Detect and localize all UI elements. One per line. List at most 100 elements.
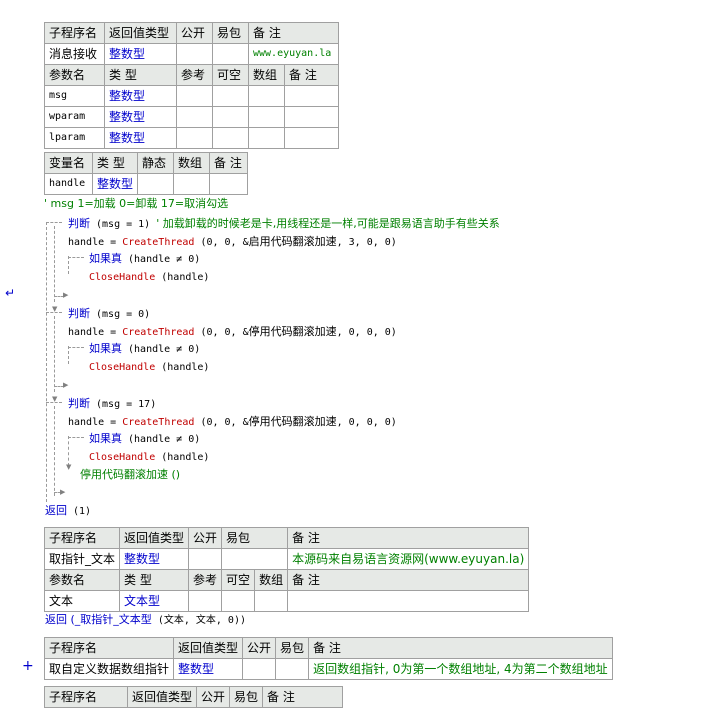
header-return-type: 返回值类型 <box>119 527 190 549</box>
subroutine-name[interactable]: 取指针_文本 <box>43 548 121 570</box>
inline-comment: ' 加载卸载的时候老是卡,用线程还是一样,可能是跟易语言助手有些关系 <box>156 217 500 230</box>
call-args: (handle) <box>155 272 210 283</box>
code-line-close-1[interactable]: CloseHandle (handle) <box>89 269 209 286</box>
param-ref[interactable] <box>176 106 213 128</box>
param-type[interactable]: 整数型 <box>104 127 177 149</box>
public-cell[interactable] <box>176 43 213 65</box>
header-var-name: 变量名 <box>44 152 93 174</box>
param-name[interactable]: 文本 <box>43 590 121 612</box>
param-array[interactable] <box>254 590 289 612</box>
code-line-close-3[interactable]: CloseHandle (handle) <box>89 449 209 466</box>
param-name[interactable]: wparam <box>44 106 105 128</box>
var-type[interactable]: 整数型 <box>91 173 139 195</box>
param-remark[interactable] <box>287 590 530 612</box>
table-row: handle 整数型 <box>44 173 249 195</box>
flow-line <box>68 437 84 438</box>
param-remark[interactable] <box>284 127 339 149</box>
code-line-if-3[interactable]: 如果真 (handle ≠ 0) <box>89 431 200 448</box>
header-public: 公开 <box>196 686 231 708</box>
code-line-if-2[interactable]: 如果真 (handle ≠ 0) <box>89 341 200 358</box>
var-array[interactable] <box>173 173 211 195</box>
param-array[interactable] <box>248 85 285 107</box>
expand-icon[interactable]: + <box>22 658 34 674</box>
bookmark-marker-icon[interactable]: ↵ <box>5 286 15 300</box>
header-param-remark: 备 注 <box>287 569 530 591</box>
flow-line <box>68 347 84 348</box>
param-array[interactable] <box>248 106 285 128</box>
flow-arrow-icon: ▼ <box>52 305 58 313</box>
code-line-close-2[interactable]: CloseHandle (handle) <box>89 359 209 376</box>
flow-arrow-icon: ▼ <box>66 463 72 471</box>
remark-cell[interactable]: 返回数组指针, 0为第一个数组地址, 4为第二个数组地址 <box>308 658 613 680</box>
header-sub-name: 子程序名 <box>44 22 105 44</box>
code-line-create-thread-1[interactable]: handle = CreateThread (0, 0, &启用代码翻滚加速, … <box>68 234 397 251</box>
return-type-value[interactable]: 整数型 <box>119 548 190 570</box>
header-return-type: 返回值类型 <box>126 686 198 708</box>
keyword-judge: 判断 <box>68 217 90 230</box>
header-param-name: 参数名 <box>44 64 105 86</box>
public-cell[interactable] <box>242 658 277 680</box>
subroutine-name[interactable]: 消息接收 <box>44 43 105 65</box>
epackage-cell[interactable] <box>221 548 289 570</box>
code-line-if-1[interactable]: 如果真 (handle ≠ 0) <box>89 251 200 268</box>
flow-line <box>54 226 55 302</box>
header-epackage: 易包 <box>221 527 289 549</box>
code-line-judge-2[interactable]: 判断 (msg = 0) <box>68 306 150 323</box>
header-remark: 备 注 <box>248 22 339 44</box>
keyword-if: 如果真 <box>89 342 122 355</box>
code-comment-msg[interactable]: ' msg 1=加载 0=卸载 17=取消勾选 <box>44 196 228 212</box>
code-line-create-thread-2[interactable]: handle = CreateThread (0, 0, &停用代码翻滚加速, … <box>68 324 397 341</box>
epackage-cell[interactable] <box>275 658 310 680</box>
judge-condition: (msg = 0) <box>90 309 151 320</box>
code-line-create-thread-3[interactable]: handle = CreateThread (0, 0, &停用代码翻滚加速, … <box>68 414 397 431</box>
param-ref[interactable] <box>176 127 213 149</box>
return-type-value[interactable]: 整数型 <box>173 658 244 680</box>
judge-condition: (msg = 17) <box>90 399 157 410</box>
header-sub-name: 子程序名 <box>43 637 175 659</box>
subroutine-table-next: 子程序名 返回值类型 公开 易包 备 注 <box>44 686 344 708</box>
param-array[interactable] <box>248 127 285 149</box>
param-type[interactable]: 整数型 <box>104 85 177 107</box>
header-static: 静态 <box>137 152 175 174</box>
header-remark: 备 注 <box>287 527 530 549</box>
public-cell[interactable] <box>188 548 223 570</box>
keyword-judge: 判断 <box>68 307 90 320</box>
code-line-return-2[interactable]: 返回 (_取指针_文本型 (文本, 文本, 0)) <box>45 612 246 629</box>
header-param-name: 参数名 <box>43 569 121 591</box>
code-line-stop-call[interactable]: 停用代码翻滚加速 () <box>80 467 180 483</box>
epackage-cell[interactable] <box>212 43 249 65</box>
code-line-judge-1[interactable]: 判断 (msg = 1) ' 加载卸载的时候老是卡,用线程还是一样,可能是跟易语… <box>68 216 500 233</box>
return-type-value[interactable]: 整数型 <box>104 43 177 65</box>
param-ref[interactable] <box>188 590 223 612</box>
call-args: (handle) <box>155 362 210 373</box>
param-type[interactable]: 整数型 <box>104 106 177 128</box>
var-static[interactable] <box>137 173 175 195</box>
header-param-remark: 备 注 <box>284 64 339 86</box>
param-name[interactable]: msg <box>44 85 105 107</box>
local-variables-table: 变量名 类 型 静态 数组 备 注 handle 整数型 <box>44 152 249 195</box>
if-condition: (handle ≠ 0) <box>122 434 201 445</box>
param-nullable[interactable] <box>212 127 249 149</box>
call-args: (handle) <box>155 452 210 463</box>
table-row: wparam 整数型 <box>44 106 339 128</box>
flow-line <box>54 406 55 496</box>
param-name[interactable]: lparam <box>44 127 105 149</box>
param-remark[interactable] <box>284 106 339 128</box>
param-type[interactable]: 文本型 <box>119 590 190 612</box>
remark-cell[interactable]: www.eyuyan.la <box>248 43 339 65</box>
param-ref[interactable] <box>176 85 213 107</box>
param-remark[interactable] <box>284 85 339 107</box>
code-line-judge-3[interactable]: 判断 (msg = 17) <box>68 396 156 413</box>
var-name[interactable]: handle <box>44 173 93 195</box>
subroutine-name[interactable]: 取自定义数据数组指针 <box>43 658 175 680</box>
param-nullable[interactable] <box>212 85 249 107</box>
judge-condition: (msg = 1) <box>90 219 157 230</box>
param-nullable[interactable] <box>212 106 249 128</box>
header-var-remark: 备 注 <box>209 152 249 174</box>
fn-ref: 启用代码翻滚加速 <box>248 235 337 248</box>
code-line-return-1[interactable]: 返回 (1) <box>45 503 91 520</box>
param-nullable[interactable] <box>221 590 256 612</box>
flow-line <box>68 346 69 364</box>
remark-cell[interactable]: 本源码来自易语言资源网(www.eyuyan.la) <box>287 548 530 570</box>
var-remark[interactable] <box>209 173 249 195</box>
